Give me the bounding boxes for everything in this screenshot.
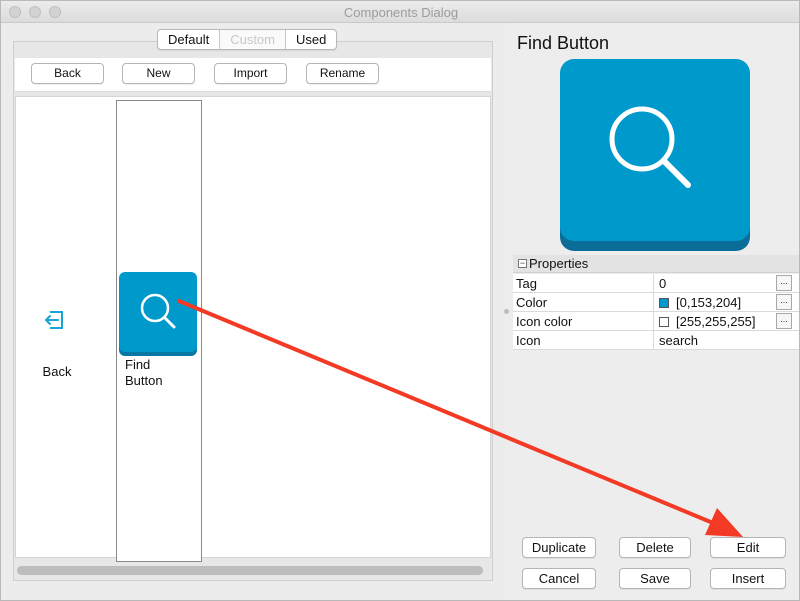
column-divider: [653, 312, 654, 331]
property-key: Icon color: [516, 314, 573, 329]
tab-default[interactable]: Default: [158, 30, 221, 49]
property-value-color[interactable]: [0,153,204]: [659, 295, 741, 310]
column-divider: [653, 274, 654, 293]
window-title: Components Dialog: [343, 5, 459, 20]
column-divider: [653, 331, 654, 350]
save-button[interactable]: Save: [619, 568, 691, 589]
color-picker-button[interactable]: ...: [776, 294, 792, 310]
property-key: Color: [516, 295, 548, 310]
property-value-tag[interactable]: 0: [659, 276, 666, 291]
properties-title: Properties: [529, 256, 589, 271]
component-back-label: Back: [42, 364, 72, 379]
property-row-tag: Tag 0 ...: [513, 274, 799, 293]
find-button-tile: [119, 272, 197, 352]
delete-button[interactable]: Delete: [619, 537, 691, 558]
search-icon: [140, 293, 176, 329]
icon-color-swatch: [659, 316, 669, 327]
component-find-button[interactable]: Find Button: [116, 100, 202, 562]
property-row-icon-color: Icon color [255,255,255] ...: [513, 312, 799, 331]
back-button[interactable]: Back: [31, 63, 104, 84]
preview-tile: [560, 59, 750, 241]
duplicate-button[interactable]: Duplicate: [522, 537, 596, 558]
tag-edit-button[interactable]: ...: [776, 275, 792, 291]
import-button[interactable]: Import: [214, 63, 287, 84]
property-row-icon: Icon search: [513, 331, 799, 350]
insert-button[interactable]: Insert: [710, 568, 786, 589]
column-divider: [653, 293, 654, 312]
cancel-button[interactable]: Cancel: [522, 568, 596, 589]
details-panel: Find Button − Properties Tag 0 ... Color…: [511, 23, 799, 600]
new-button[interactable]: New: [122, 63, 195, 84]
property-value-text: [255,255,255]: [676, 314, 756, 329]
collapse-icon[interactable]: −: [518, 259, 527, 268]
property-value-text: 0: [659, 276, 667, 291]
component-find-button-label: Find Button: [125, 357, 163, 388]
preview-title: Find Button: [517, 33, 610, 53]
component-set-tabs: Default Custom Used: [157, 29, 338, 50]
property-value-icon-color[interactable]: [255,255,255]: [659, 314, 756, 329]
title-bar: Components Dialog: [1, 1, 799, 23]
component-back[interactable]: Back: [15, 96, 99, 558]
rename-button[interactable]: Rename: [306, 63, 379, 84]
property-row-color: Color [0,153,204] ...: [513, 293, 799, 312]
property-value-text: [0,153,204]: [676, 295, 742, 310]
scrollbar-thumb[interactable]: [17, 566, 483, 575]
tab-custom: Custom: [220, 30, 286, 49]
property-value-icon[interactable]: search: [659, 333, 698, 348]
edit-button[interactable]: Edit: [710, 537, 786, 558]
tab-used[interactable]: Used: [286, 30, 336, 49]
horizontal-scrollbar[interactable]: [17, 566, 483, 575]
icon-color-picker-button[interactable]: ...: [776, 313, 792, 329]
property-key: Tag: [516, 276, 537, 291]
components-toolbar: Back New Import Rename: [15, 58, 491, 92]
splitter-handle[interactable]: [504, 309, 509, 314]
color-swatch: [659, 297, 669, 308]
property-value-text: search: [659, 333, 699, 348]
property-key: Icon: [516, 333, 541, 348]
components-dialog-window: Components Dialog Default Custom Used Ba…: [0, 0, 800, 601]
back-icon: [45, 311, 63, 329]
properties-header[interactable]: − Properties: [513, 255, 799, 273]
search-icon: [609, 106, 691, 188]
panel-splitter[interactable]: [501, 23, 511, 600]
